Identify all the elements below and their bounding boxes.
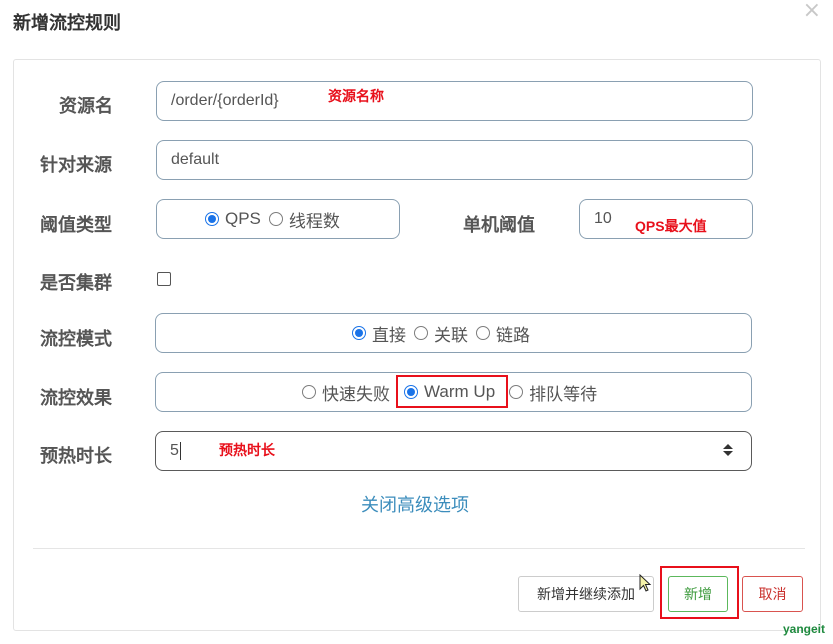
text-caret (179, 442, 181, 460)
radio-unchecked-icon (302, 385, 316, 399)
radio-unchecked-icon (268, 212, 283, 226)
warmup-period-annotation: 预热时长 (219, 442, 275, 458)
radio-checked-icon (205, 212, 219, 226)
warmup-highlight-box (396, 375, 508, 408)
cluster-checkbox[interactable] (157, 272, 171, 286)
flow-mode-direct-radio[interactable]: 直接 (352, 321, 406, 346)
flow-effect-fast-fail-label: 快速失败 (322, 384, 390, 404)
threshold-type-radio-group: QPS 线程数 (156, 199, 400, 239)
flow-effect-queue-radio[interactable]: 排队等待 (509, 380, 597, 405)
resource-name-annotation: 资源名称 (328, 88, 384, 104)
cancel-button[interactable]: 取消 (742, 576, 803, 612)
dialog-title: 新增流控规则 (13, 13, 121, 33)
source-label: 针对来源 (40, 155, 112, 175)
flow-mode-radio-group: 直接 关联 链路 (155, 313, 752, 353)
radio-unchecked-icon (414, 326, 428, 340)
add-and-continue-button[interactable]: 新增并继续添加 (518, 576, 654, 612)
flow-mode-relate-radio[interactable]: 关联 (414, 321, 468, 346)
radio-checked-icon (352, 326, 366, 340)
number-stepper-icon[interactable] (723, 444, 733, 456)
threshold-type-threads-radio[interactable]: 线程数 (268, 207, 340, 232)
watermark-text: yangeit (782, 622, 825, 636)
warmup-period-label: 预热时长 (40, 446, 112, 466)
warmup-period-value: 5 (170, 442, 179, 459)
flow-mode-chain-label: 链路 (496, 325, 530, 345)
threshold-type-label: 阈值类型 (40, 215, 112, 235)
cursor-icon (639, 574, 652, 592)
threshold-type-qps-label: QPS (225, 209, 261, 228)
radio-unchecked-icon (509, 385, 524, 399)
flow-effect-queue-label: 排队等待 (529, 384, 598, 404)
flow-effect-label: 流控效果 (40, 388, 112, 408)
flow-mode-label: 流控模式 (40, 329, 112, 349)
flow-mode-relate-label: 关联 (434, 325, 468, 345)
add-button[interactable]: 新增 (668, 576, 728, 612)
threshold-type-threads-label: 线程数 (288, 211, 340, 231)
single-threshold-value: 10 (594, 210, 612, 227)
resource-name-input[interactable]: /order/{orderId} (156, 81, 753, 121)
source-input[interactable]: default (156, 140, 753, 180)
flow-effect-fast-fail-radio[interactable]: 快速失败 (302, 380, 390, 405)
resource-name-label: 资源名 (59, 96, 113, 116)
single-threshold-label: 单机阈值 (463, 215, 535, 235)
single-threshold-annotation: QPS最大值 (635, 218, 707, 234)
threshold-type-qps-radio[interactable]: QPS (205, 209, 261, 229)
radio-unchecked-icon (476, 326, 490, 340)
flow-mode-direct-label: 直接 (372, 325, 406, 345)
source-value: default (171, 151, 220, 168)
resource-name-value: /order/{orderId} (171, 92, 279, 109)
close-icon[interactable]: × (803, 0, 821, 23)
flow-mode-chain-radio[interactable]: 链路 (476, 321, 530, 346)
advanced-options-toggle-link[interactable]: 关闭高级选项 (361, 491, 469, 517)
footer-divider (33, 548, 805, 549)
cluster-label: 是否集群 (40, 273, 112, 293)
